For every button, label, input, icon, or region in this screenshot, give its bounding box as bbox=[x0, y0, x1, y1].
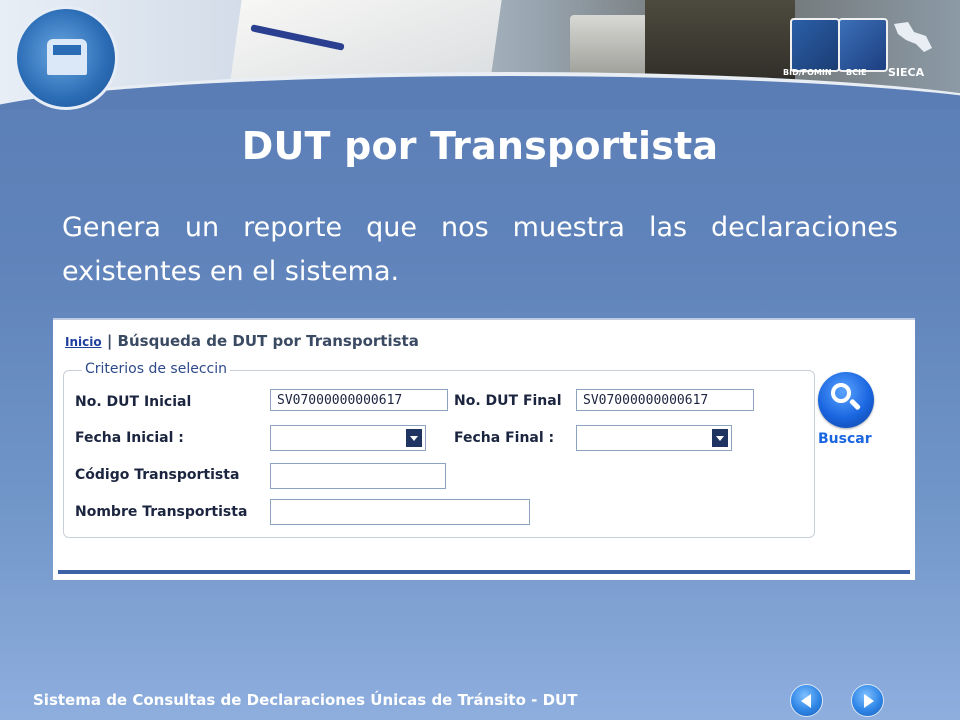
end-date-select[interactable] bbox=[576, 425, 732, 451]
slide-description: Genera un reporte que nos muestra las de… bbox=[62, 212, 898, 287]
bid-fomin-logo bbox=[790, 18, 840, 72]
search-panel: Inicio | Búsqueda de DUT por Transportis… bbox=[53, 318, 915, 580]
breadcrumb: Inicio | Búsqueda de DUT por Transportis… bbox=[65, 332, 419, 350]
panel-bottom-bar bbox=[58, 570, 910, 574]
dropdown-arrow-icon[interactable] bbox=[406, 429, 422, 447]
dut-final-input[interactable]: SV07000000000617 bbox=[576, 389, 754, 411]
start-date-select[interactable] bbox=[270, 425, 426, 451]
breadcrumb-separator: | bbox=[106, 332, 113, 350]
sponsor-label-bcie: BCIE bbox=[846, 68, 867, 77]
slide-title: DUT por Transportista bbox=[241, 124, 719, 168]
search-button[interactable] bbox=[818, 372, 874, 428]
dropdown-arrow-icon[interactable] bbox=[712, 429, 728, 447]
sponsor-label-bid: BID/FOMIN bbox=[783, 68, 832, 77]
carrier-name-input[interactable] bbox=[270, 499, 530, 525]
dut-initial-input[interactable]: SV07000000000617 bbox=[270, 389, 448, 411]
dut-initial-label: No. DUT Inicial bbox=[75, 394, 192, 410]
start-date-label: Fecha Inicial : bbox=[75, 430, 184, 446]
banner-wave bbox=[0, 72, 960, 110]
carrier-name-label: Nombre Transportista bbox=[75, 504, 248, 520]
carrier-code-label: Código Transportista bbox=[75, 467, 240, 483]
carrier-code-input[interactable] bbox=[270, 463, 446, 489]
breadcrumb-page-title: Búsqueda de DUT por Transportista bbox=[117, 332, 419, 350]
bcie-logo bbox=[838, 18, 888, 72]
previous-slide-button[interactable] bbox=[790, 684, 823, 717]
search-button-label[interactable]: Buscar bbox=[818, 431, 872, 447]
magnifier-icon bbox=[831, 383, 851, 403]
dut-final-label: No. DUT Final bbox=[454, 393, 562, 409]
magnifier-handle bbox=[848, 398, 862, 411]
sieca-map-icon bbox=[894, 22, 932, 52]
program-logo bbox=[14, 6, 118, 110]
breadcrumb-home-link[interactable]: Inicio bbox=[65, 335, 102, 349]
sponsor-label-sieca: SIECA bbox=[888, 66, 925, 79]
next-slide-button[interactable] bbox=[851, 684, 884, 717]
fieldset-legend: Criterios de seleccin bbox=[82, 361, 230, 377]
sieca-logo bbox=[888, 18, 936, 68]
end-date-label: Fecha Final : bbox=[454, 430, 555, 446]
selection-criteria-fieldset: Criterios de seleccin No. DUT Inicial SV… bbox=[63, 361, 815, 538]
footer-text: Sistema de Consultas de Declaraciones Ún… bbox=[33, 691, 578, 709]
truck-icon bbox=[47, 39, 87, 75]
